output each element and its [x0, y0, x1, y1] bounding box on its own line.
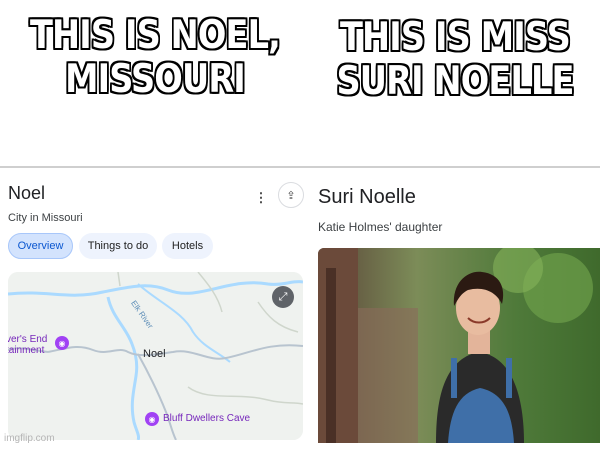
tab-hotels[interactable]: Hotels: [162, 233, 213, 259]
map-poi-bottom: Bluff Dwellers Cave: [163, 413, 251, 424]
share-icon[interactable]: ⇪: [278, 182, 304, 208]
caption-right: THIS IS MISS SURI NOELLE: [336, 15, 574, 104]
person-title: Suri Noelle: [318, 186, 416, 208]
photo-strap-left: [451, 358, 457, 398]
photo-steps: [358, 308, 418, 443]
place-title: Noel: [8, 183, 46, 203]
caption-left: THIS IS NOEL, MISSOURI: [29, 13, 281, 102]
person-photo[interactable]: [318, 248, 600, 443]
photo-graphic: [318, 248, 600, 443]
map-city-label: Noel: [143, 348, 166, 360]
map-poi-left: ver's End tainment: [8, 334, 48, 356]
tab-things-to-do[interactable]: Things to do: [79, 233, 157, 259]
photo-post: [326, 268, 336, 443]
camera-icon: ◉: [55, 336, 69, 350]
map[interactable]: Elk River Noel ◉ ver's End tainment ◉ Bl…: [8, 272, 303, 440]
place-subtitle: City in Missouri: [8, 212, 83, 224]
expand-icon[interactable]: ⤢: [272, 286, 294, 308]
camera-icon: ◉: [145, 412, 159, 426]
photo-strap-right: [506, 358, 512, 398]
place-card: Noel City in Missouri ⋮ ⇪ Overview Thing…: [0, 168, 308, 450]
photo-railing: [318, 248, 358, 443]
watermark: imgflip.com: [4, 433, 55, 444]
person-subtitle: Katie Holmes' daughter: [318, 220, 443, 234]
tab-overview[interactable]: Overview: [8, 233, 73, 259]
person-card: Suri Noelle Katie Holmes' daughter: [308, 168, 600, 450]
more-vert-icon[interactable]: ⋮: [253, 190, 269, 206]
